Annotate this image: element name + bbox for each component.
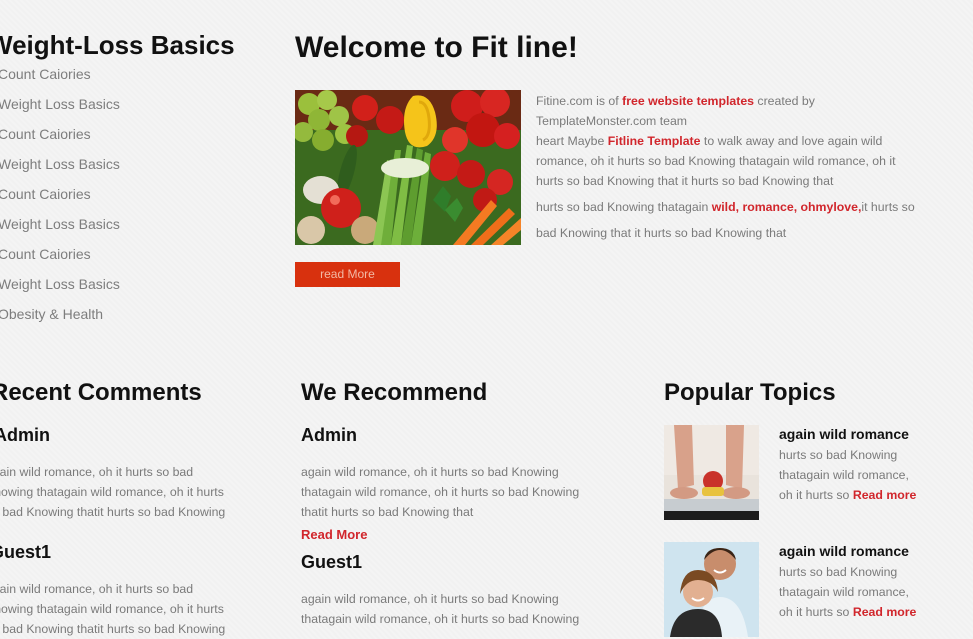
sidebar-menu: Count Caiories Weight Loss Basics Count … — [0, 64, 120, 334]
comment-author: Guest1 — [0, 542, 52, 562]
sidebar-item-obesity-health[interactable]: Obesity & Health — [0, 304, 120, 334]
page-title: Welcome to Fit line! — [295, 31, 578, 64]
welcome-intro: Fitine.com is of free website templates … — [536, 91, 916, 246]
popular-topics-title: Popular Topics — [664, 379, 836, 406]
scale-apple-image[interactable] — [664, 425, 759, 520]
topic-text: hurts so bad Knowing thatagain wild roma… — [779, 565, 917, 619]
sidebar-item-count-calories[interactable]: Count Caiories — [0, 244, 120, 274]
recommend-author: Guest1 — [301, 552, 363, 572]
intro-paragraph-3: hurts so bad Knowing thatagain wild, rom… — [536, 200, 915, 240]
wild-romance-link[interactable]: wild, romance, ohmylove, — [712, 200, 862, 214]
comment-author: Admin — [0, 425, 50, 445]
free-templates-link[interactable]: free website templates — [622, 94, 754, 108]
we-recommend-title: We Recommend — [301, 379, 488, 406]
intro-paragraph-1: Fitine.com is of free website templates … — [536, 94, 815, 128]
sidebar-item-weight-loss-basics[interactable]: Weight Loss Basics — [0, 274, 120, 304]
recent-comments-title: Recent Comments — [0, 379, 202, 406]
comment-text: again wild romance, oh it hurts so bad K… — [0, 465, 226, 519]
intro-paragraph-2: heart Maybe Fitline Template to walk awa… — [536, 134, 896, 188]
topic-read-more-link[interactable]: Read more — [853, 488, 917, 502]
topic-title[interactable]: again wild romance — [779, 426, 909, 442]
topic-read-more-link[interactable]: Read more — [853, 605, 917, 619]
sidebar-item-weight-loss-basics[interactable]: Weight Loss Basics — [0, 94, 120, 124]
couple-image[interactable] — [664, 542, 759, 637]
recommend-author: Admin — [301, 425, 357, 445]
recommend-text: again wild romance, oh it hurts so bad K… — [301, 592, 580, 626]
fitline-template-link[interactable]: Fitline Template — [608, 134, 701, 148]
topic-text: hurts so bad Knowing thatagain wild roma… — [779, 448, 917, 502]
sidebar-item-count-calories[interactable]: Count Caiories — [0, 124, 120, 154]
comment-text: again wild romance, oh it hurts so bad K… — [0, 582, 226, 636]
sidebar-title: Weight-Loss Basics — [0, 30, 235, 60]
sidebar-item-weight-loss-basics[interactable]: Weight Loss Basics — [0, 214, 120, 244]
recommend-read-more-link[interactable]: Read More — [301, 527, 367, 542]
sidebar-item-count-calories[interactable]: Count Caiories — [0, 184, 120, 214]
sidebar-item-weight-loss-basics[interactable]: Weight Loss Basics — [0, 154, 120, 184]
recommend-text: again wild romance, oh it hurts so bad K… — [301, 465, 580, 519]
sidebar-item-count-calories[interactable]: Count Caiories — [0, 64, 120, 94]
vegetables-image — [295, 90, 521, 245]
topic-title[interactable]: again wild romance — [779, 543, 909, 559]
read-more-button[interactable]: read More — [295, 262, 400, 287]
